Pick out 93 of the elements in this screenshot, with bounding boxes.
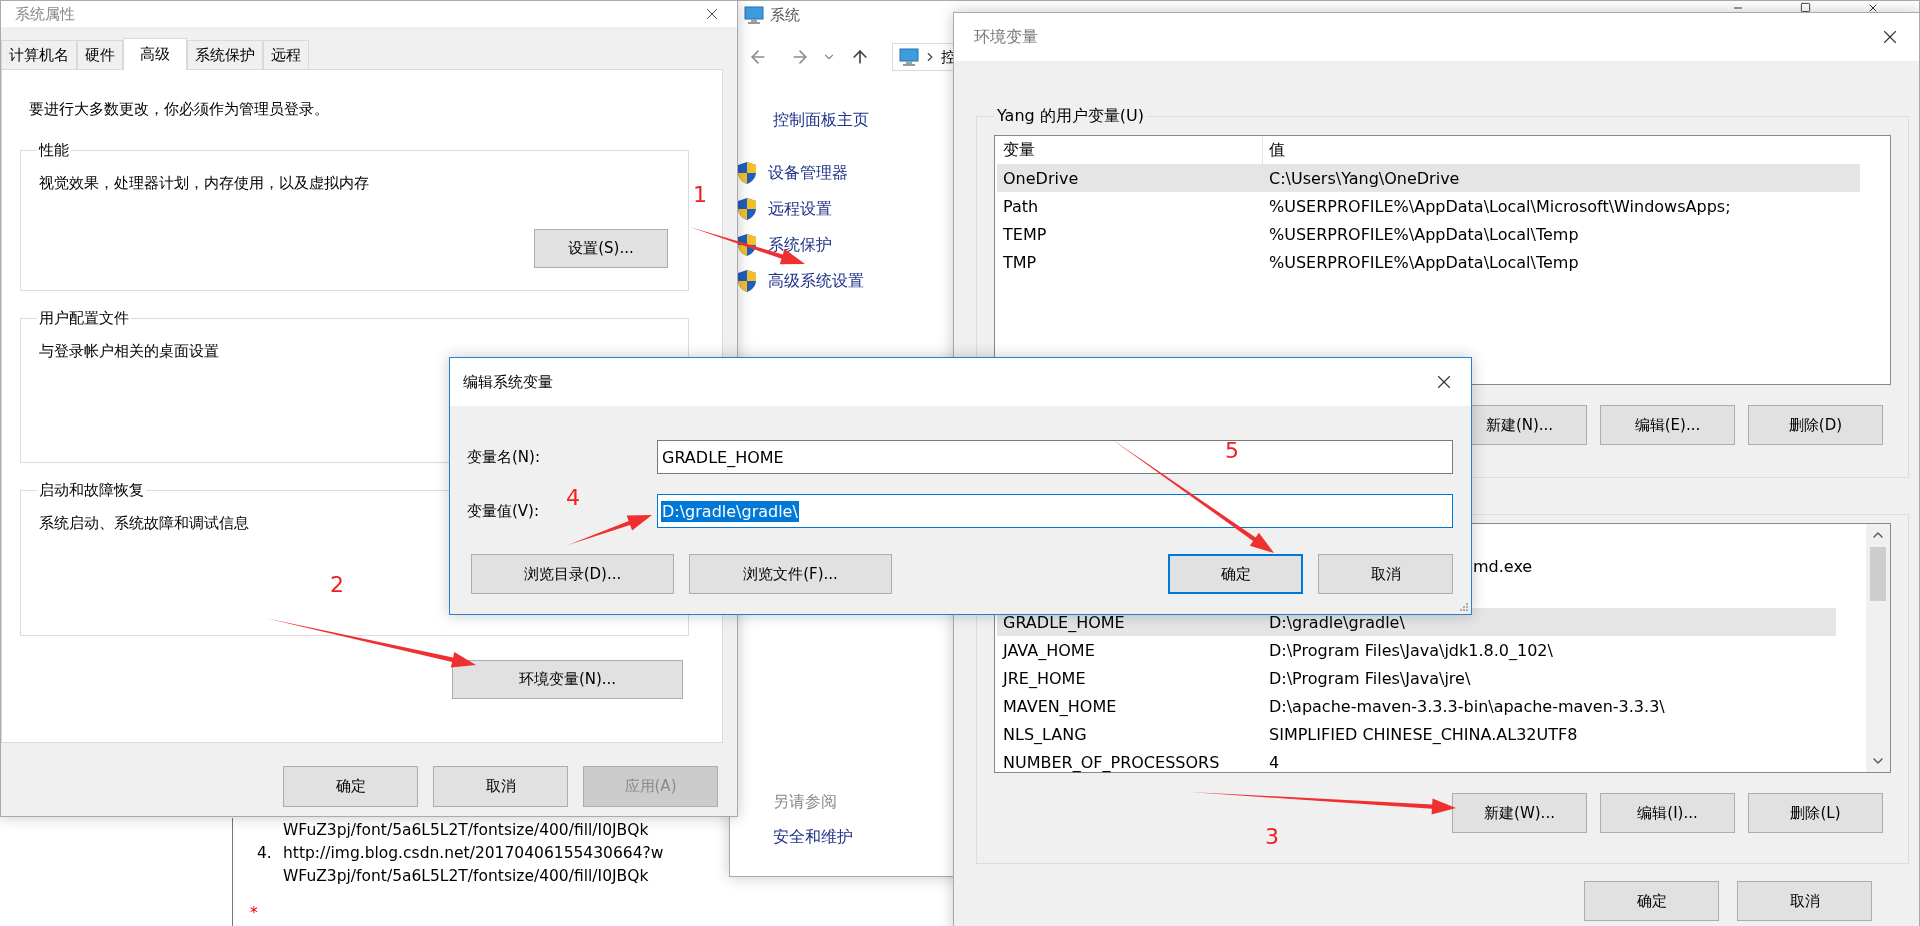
tab[interactable]: 系统保护 — [187, 40, 263, 69]
variable-button[interactable]: 删除(L) — [1748, 793, 1883, 833]
tab[interactable]: 远程 — [263, 40, 309, 69]
step-number: 4 — [566, 487, 580, 509]
resize-grip-icon[interactable] — [1459, 602, 1468, 611]
field-value: GRADLE_HOME — [661, 446, 785, 468]
variable-name: MAVEN_HOME — [1002, 696, 1118, 716]
variable-value: SIMPLIFIED CHINESE_CHINA.AL32UTF8 — [1268, 724, 1578, 744]
dialog-title: 编辑系统变量 — [463, 372, 553, 392]
settings-link[interactable]: 远程设置 — [768, 198, 832, 220]
url-text: WFuZ3pj/font/5a6L5L2T/fontsize/400/fill/I0JBQk — [283, 820, 649, 841]
dialog-title: 环境变量 — [974, 26, 1038, 48]
variable-name: JAVA_HOME — [1001, 640, 1096, 660]
variable-value: D:\Program Files\Java\jdk1.8.0_102\ — [1268, 640, 1553, 660]
step-number: 1 — [693, 184, 707, 206]
variable-value: %USERPROFILE%\AppData\Local\Microsoft\WindowsApps; — [1268, 196, 1731, 216]
see-also-heading: 另请参阅 — [773, 792, 837, 813]
variable-value: D:\apache-maven-3.3.3-bin\apache-maven-3.3.3\ — [1268, 696, 1665, 716]
shield-icon — [736, 161, 758, 185]
variable-row[interactable]: JRE_HOME D:\Program Files\Java\jre\ — [997, 664, 1836, 692]
variable-name: Path — [1002, 196, 1040, 216]
computer-icon — [744, 6, 764, 24]
step-number: 3 — [1265, 826, 1279, 848]
input-field[interactable]: D:\gradle\gradle\ — [657, 494, 1453, 528]
group-description: 系统启动、系统故障和调试信息 — [39, 514, 249, 533]
group-description: 与登录帐户相关的桌面设置 — [39, 342, 219, 361]
variable-button[interactable]: 新建(W)... — [1452, 793, 1587, 833]
control-panel-home-link[interactable]: 控制面板主页 — [773, 110, 869, 131]
shield-icon — [736, 197, 758, 221]
variable-row[interactable]: NUMBER_OF_PROCESSORS 4 — [997, 748, 1836, 776]
tab[interactable]: 高级 — [123, 38, 187, 70]
list-number: 4. — [257, 843, 273, 864]
tab[interactable]: 计算机名 — [1, 40, 77, 69]
variable-button[interactable]: 编辑(E)... — [1600, 405, 1735, 445]
group-title: 启动和故障恢复 — [38, 481, 145, 500]
variable-value: %USERPROFILE%\AppData\Local\Temp — [1268, 252, 1579, 272]
variable-row[interactable]: Path %USERPROFILE%\AppData\Local\Microsoft\WindowsApps; — [997, 192, 1860, 220]
window-title: 系统 — [770, 5, 800, 25]
variable-row[interactable]: OneDrive C:\Users\Yang\OneDrive — [997, 164, 1860, 192]
step-number: 2 — [330, 574, 344, 596]
dialog-button[interactable]: 取消 — [1737, 881, 1872, 921]
maximize-icon[interactable] — [1800, 2, 1811, 13]
group-title: 用户配置文件 — [38, 309, 130, 328]
variable-row[interactable]: JAVA_HOME D:\Program Files\Java\jdk1.8.0_102\ — [997, 636, 1836, 664]
settings-link[interactable]: 系统保护 — [768, 234, 832, 256]
variable-name: TMP — [1002, 252, 1038, 272]
close-icon[interactable] — [1867, 2, 1879, 14]
url-text: WFuZ3pj/font/5a6L5L2T/fontsize/400/fill/I0JBQk — [283, 866, 649, 887]
dialog-button[interactable]: 浏览目录(D)... — [471, 554, 674, 594]
step-number: 5 — [1225, 440, 1239, 462]
variable-value: %USERPROFILE%\AppData\Local\Temp — [1268, 224, 1579, 244]
variable-name: NUMBER_OF_PROCESSORS — [1002, 752, 1221, 772]
required-mark: * — [250, 903, 258, 924]
dialog-button[interactable]: 确定 — [283, 766, 418, 807]
variable-name: GRADLE_HOME — [1002, 612, 1126, 632]
field-label: 变量名(N): — [467, 447, 541, 467]
group-description: 视觉效果，处理器计划，内存使用，以及虚拟内存 — [39, 174, 369, 193]
settings-link[interactable]: 设备管理器 — [768, 162, 848, 184]
dialog-title: 系统属性 — [15, 4, 75, 24]
settings-button[interactable]: 设置(S)... — [534, 229, 668, 268]
variable-name: JRE_HOME — [1001, 668, 1087, 688]
column-header[interactable]: 值 — [1263, 136, 1860, 164]
field-label: 变量值(V): — [467, 501, 541, 521]
dialog-button[interactable]: 取消 — [1318, 554, 1453, 594]
dialog-button[interactable]: 确定 — [1168, 554, 1303, 594]
notice-text: 要进行大多数更改，你必须作为管理员登录。 — [29, 100, 330, 119]
variable-row[interactable]: MAVEN_HOME D:\apache-maven-3.3.3-bin\apache-maven-3.3.3\ — [997, 692, 1836, 720]
dialog-button[interactable]: 浏览文件(F)... — [689, 554, 892, 594]
computer-icon — [899, 48, 919, 66]
variable-row[interactable]: TMP %USERPROFILE%\AppData\Local\Temp — [997, 248, 1860, 276]
variable-name: NLS_LANG — [1002, 724, 1088, 744]
variable-value: 4 — [1268, 752, 1280, 772]
url-text: http://img.blog.csdn.net/20170406155430664?w — [283, 843, 664, 864]
variable-value: D:\Program Files\Java\jre\ — [1268, 668, 1471, 688]
security-link[interactable]: 安全和维护 — [773, 827, 853, 848]
tab[interactable]: 硬件 — [77, 40, 123, 69]
scroll-thumb[interactable] — [1870, 547, 1886, 601]
dialog-button[interactable]: 确定 — [1584, 881, 1719, 921]
variable-row[interactable]: TEMP %USERPROFILE%\AppData\Local\Temp — [997, 220, 1860, 248]
variable-value: C:\Users\Yang\OneDrive — [1268, 168, 1460, 188]
variable-value: D:\gradle\gradle\ — [1268, 612, 1405, 632]
settings-link[interactable]: 高级系统设置 — [768, 270, 864, 292]
variable-button[interactable]: 删除(D) — [1748, 405, 1883, 445]
variable-name: OneDrive — [1002, 168, 1080, 188]
field-value: D:\gradle\gradle\ — [661, 500, 799, 522]
group-title: 性能 — [37, 141, 70, 160]
variable-name: TEMP — [1002, 224, 1048, 244]
variable-button[interactable]: 编辑(I)... — [1600, 793, 1735, 833]
variable-row[interactable]: NLS_LANG SIMPLIFIED CHINESE_CHINA.AL32UTF8 — [997, 720, 1836, 748]
group-title: Yang 的用户变量(U) — [996, 106, 1145, 127]
shield-icon — [736, 269, 758, 293]
dialog-button[interactable]: 取消 — [433, 766, 568, 807]
environment-variables-button[interactable]: 环境变量(N)... — [452, 660, 683, 699]
